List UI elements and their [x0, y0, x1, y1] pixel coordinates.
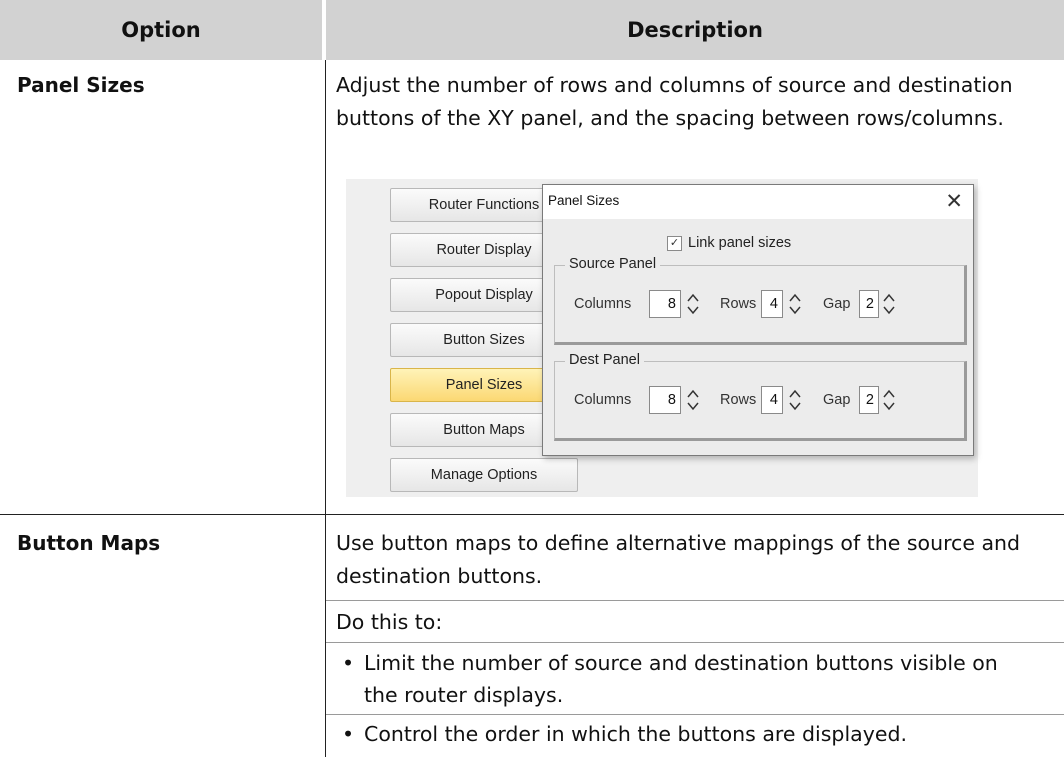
- rows-spinner-arrows-icon[interactable]: [789, 387, 801, 413]
- header-description: Description: [627, 18, 763, 42]
- gap-spinner-arrows-icon[interactable]: [883, 291, 895, 317]
- paragraph-divider: [326, 600, 1064, 601]
- gap-spinner-arrows-icon[interactable]: [883, 387, 895, 413]
- dest-panel-group: Dest Panel Columns 8 Rows 4 Gap 2: [554, 352, 967, 441]
- manage-options-button[interactable]: Manage Options: [390, 458, 578, 492]
- description-line: buttons of the XY panel, and the spacing…: [336, 106, 1004, 130]
- columns-label: Columns: [574, 392, 632, 408]
- description-panel-sizes: Adjust the number of rows and columns of…: [336, 69, 1048, 135]
- gap-label: Gap: [823, 392, 851, 408]
- rows-spinner-input[interactable]: 4: [761, 290, 783, 318]
- settings-screenshot: Router Functions Router Display Popout D…: [346, 179, 978, 497]
- rows-spinner-arrows-icon[interactable]: [789, 291, 801, 317]
- table-header-row: Option Description: [0, 0, 1064, 60]
- gap-spinner-input[interactable]: 2: [859, 386, 879, 414]
- bullet-line: Control the order in which the buttons a…: [364, 722, 907, 746]
- dialog-title: Panel Sizes: [548, 193, 620, 208]
- columns-label: Columns: [574, 296, 632, 312]
- description-line: Use button maps to define alternative ma…: [336, 531, 1021, 555]
- bullet-text: Control the order in which the buttons a…: [364, 718, 907, 750]
- column-divider: [325, 60, 326, 757]
- panel-sizes-dialog: Panel Sizes ✕ ✓ Link panel sizes Source …: [542, 184, 974, 456]
- group-title: Dest Panel: [565, 352, 644, 368]
- bullet-line: the router displays.: [364, 683, 564, 707]
- bullet-line: Limit the number of source and destinati…: [364, 651, 998, 675]
- description-line: destination buttons.: [336, 564, 543, 588]
- bullet-item: • Control the order in which the buttons…: [342, 718, 1054, 750]
- rows-label: Rows: [720, 392, 757, 408]
- columns-spinner-input[interactable]: 8: [649, 290, 681, 318]
- header-option: Option: [121, 18, 201, 42]
- bullet-dot-icon: •: [342, 722, 355, 746]
- dialog-titlebar: Panel Sizes ✕: [543, 185, 973, 219]
- bullet-text: Limit the number of source and destinati…: [364, 647, 998, 711]
- rows-spinner-input[interactable]: 4: [761, 386, 783, 414]
- checkbox-check-icon[interactable]: ✓: [667, 235, 682, 251]
- description-button-maps: Use button maps to define alternative ma…: [336, 527, 1048, 593]
- checkbox-label: Link panel sizes: [688, 235, 792, 251]
- paragraph-divider: [326, 714, 1064, 715]
- row-divider: [0, 514, 1064, 515]
- columns-spinner-arrows-icon[interactable]: [687, 387, 699, 413]
- gap-spinner-input[interactable]: 2: [859, 290, 879, 318]
- rows-label: Rows: [720, 296, 757, 312]
- columns-spinner-arrows-icon[interactable]: [687, 291, 699, 317]
- close-icon[interactable]: ✕: [945, 189, 963, 213]
- do-this-intro: Do this to:: [336, 610, 443, 634]
- bullet-item: • Limit the number of source and destina…: [342, 647, 1054, 711]
- source-panel-group: Source Panel Columns 8 Rows 4 Gap 2: [554, 256, 967, 345]
- description-line: Adjust the number of rows and columns of…: [336, 73, 1013, 97]
- option-panel-sizes: Panel Sizes: [17, 73, 145, 97]
- paragraph-divider: [326, 642, 1064, 643]
- option-button-maps: Button Maps: [17, 531, 161, 555]
- bullet-dot-icon: •: [342, 651, 355, 675]
- columns-spinner-input[interactable]: 8: [649, 386, 681, 414]
- link-panel-sizes-checkbox[interactable]: ✓ Link panel sizes: [667, 235, 791, 251]
- group-title: Source Panel: [565, 256, 661, 272]
- gap-label: Gap: [823, 296, 851, 312]
